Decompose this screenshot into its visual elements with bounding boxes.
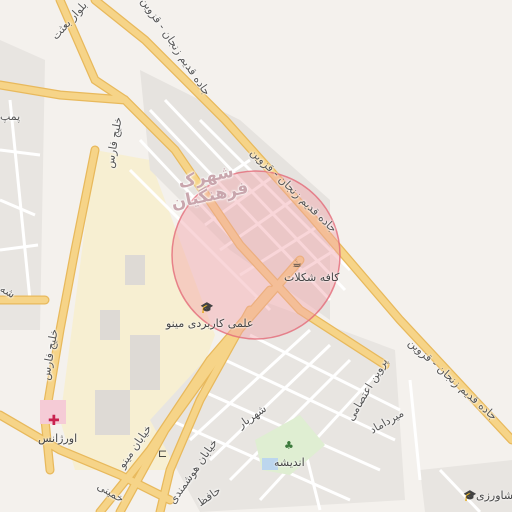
cafe-icon[interactable]: ☕ xyxy=(292,258,302,269)
poi-label-keshavarzi[interactable]: جه کشاورزی xyxy=(476,489,512,502)
bed-icon[interactable]: ⊏ xyxy=(158,448,167,459)
road-label-pump: پمپ xyxy=(0,110,21,123)
graduation-cap-icon[interactable]: 🎓 xyxy=(463,490,477,501)
poi-label-cafe[interactable]: کافه شکلات xyxy=(284,271,339,284)
map-view[interactable]: شهرک فرهنگیان بلوار بعثت جاده قدیم زنجان… xyxy=(0,0,512,512)
graduation-cap-icon[interactable]: 🎓 xyxy=(200,302,214,313)
poi-label-university[interactable]: علمی کاربردی مینو xyxy=(166,317,253,330)
campus-building xyxy=(100,310,120,340)
campus-building xyxy=(130,335,160,390)
hospital-cross-icon[interactable]: ✚ xyxy=(48,414,60,428)
poi-label-park[interactable]: اندیشه xyxy=(274,456,305,469)
campus-building xyxy=(95,390,130,435)
built-area-keshavarzi xyxy=(420,460,512,512)
tree-icon[interactable]: ♣ xyxy=(284,440,294,451)
campus-building xyxy=(125,255,145,285)
poi-label-hospital[interactable]: اورژانس xyxy=(38,432,77,445)
